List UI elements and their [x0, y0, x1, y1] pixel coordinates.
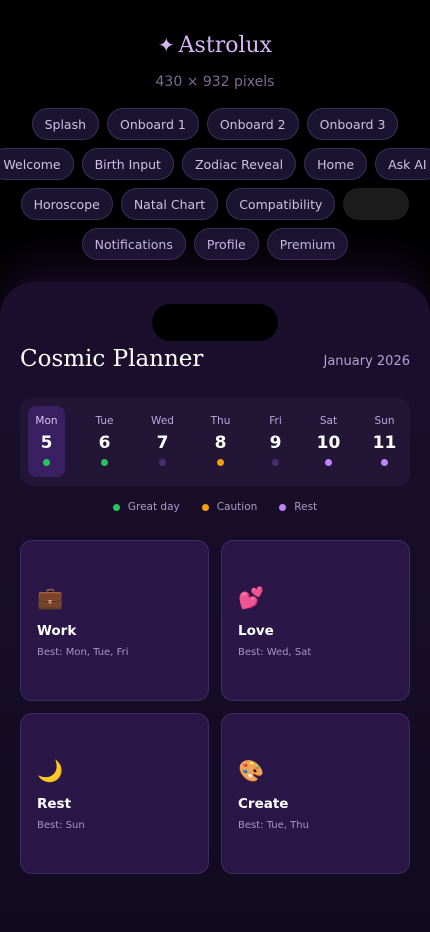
legend-label: Rest [294, 501, 318, 513]
chip-onboard-1[interactable]: Onboard 1 [107, 108, 199, 140]
chip-ask-ai[interactable]: Ask AI [375, 148, 430, 180]
chip-welcome[interactable]: Welcome [0, 148, 74, 180]
chip-row: Notifications Profile Premium [0, 228, 430, 260]
legend-dot [279, 503, 287, 511]
day-name: Fri [269, 415, 282, 427]
day-name: Mon [35, 415, 58, 427]
day-fri[interactable]: Fri 9 [257, 406, 294, 477]
chip-profile[interactable]: Profile [193, 228, 259, 260]
chip-row: Horoscope Natal Chart Compatibility [0, 188, 430, 220]
chip-horoscope[interactable]: Horoscope [20, 188, 113, 220]
phone-frame: Cosmic Planner January 2026 Mon 5 Tue 6 Wed 7… [0, 282, 430, 932]
day-name: Sun [374, 415, 395, 427]
day-status-dot [381, 459, 388, 466]
day-status-dot [101, 459, 108, 466]
day-name: Thu [210, 415, 231, 427]
dimensions-label: 430 × 932 pixels [155, 74, 275, 90]
day-thu[interactable]: Thu 8 [202, 406, 239, 477]
card-best-days: Best: Mon, Tue, Fri [37, 647, 129, 658]
day-number: 9 [269, 433, 282, 453]
day-number: 10 [316, 433, 341, 453]
legend-dot [201, 503, 209, 511]
card-create[interactable]: 🎨 Create Best: Tue, Thu [221, 713, 410, 874]
dynamic-island [152, 304, 278, 341]
chip-premium[interactable]: Premium [266, 228, 349, 260]
chip-home[interactable]: Home [304, 148, 368, 180]
card-best-days: Best: Sun [37, 820, 85, 831]
briefcase-icon: 💼 [37, 586, 64, 610]
day-status-dot [159, 459, 166, 466]
chip-onboard-3[interactable]: Onboard 3 [306, 108, 399, 140]
day-number: 6 [98, 433, 111, 453]
hearts-icon: 💕 [238, 586, 265, 610]
sparkle-icon: ✦ [157, 33, 175, 57]
chip-splash[interactable]: Splash [31, 108, 100, 140]
day-number: 7 [156, 433, 169, 453]
card-title: Rest [37, 796, 72, 812]
card-love[interactable]: 💕 Love Best: Wed, Sat [221, 540, 410, 701]
day-number: 11 [372, 433, 397, 453]
day-status-dot [272, 459, 279, 466]
crescent-moon-icon: 🌙 [37, 759, 64, 783]
card-title: Love [238, 623, 274, 639]
legend: Great day Caution Rest [0, 501, 430, 513]
screen: ✦ Astrolux 430 × 932 pixels Splash Onboar… [0, 0, 430, 932]
card-best-days: Best: Wed, Sat [238, 647, 312, 658]
day-tue[interactable]: Tue 6 [86, 406, 123, 477]
day-mon[interactable]: Mon 5 [28, 406, 65, 477]
day-sat[interactable]: Sat 10 [310, 406, 347, 477]
chip-row: Welcome Birth Input Zodiac Reveal Home A… [0, 148, 430, 180]
day-status-dot [217, 459, 224, 466]
day-sun[interactable]: Sun 11 [366, 406, 403, 477]
day-number: 8 [214, 433, 227, 453]
chip-compatibility[interactable]: Compatibility [226, 188, 336, 220]
legend-item-rest: Rest [279, 501, 317, 513]
day-name: Sat [319, 415, 338, 427]
legend-label: Caution [216, 501, 258, 513]
day-status-dot [325, 459, 332, 466]
chip-natal-chart[interactable]: Natal Chart [120, 188, 219, 220]
legend-item-great: Great day [112, 501, 180, 513]
chip-notifications[interactable]: Notifications [81, 228, 186, 260]
day-status-dot [43, 459, 50, 466]
day-name: Wed [151, 415, 174, 427]
card-rest[interactable]: 🌙 Rest Best: Sun [20, 713, 209, 874]
day-name: Tue [95, 415, 114, 427]
card-work[interactable]: 💼 Work Best: Mon, Tue, Fri [20, 540, 209, 701]
day-wed[interactable]: Wed 7 [144, 406, 181, 477]
card-title: Create [238, 796, 289, 812]
card-title: Work [37, 623, 77, 639]
palette-icon: 🎨 [238, 759, 265, 783]
month-label[interactable]: January 2026 [324, 354, 411, 369]
page-title: Cosmic Planner [20, 346, 204, 372]
week-strip: Mon 5 Tue 6 Wed 7 Thu 8 Fri 9 Sat 10 Sun 11 [20, 398, 410, 486]
chip-current-screen[interactable] [343, 188, 410, 220]
legend-label: Great day [127, 501, 180, 513]
chip-onboard-2[interactable]: Onboard 2 [206, 108, 299, 140]
legend-dot [112, 503, 120, 511]
chip-birth-input[interactable]: Birth Input [81, 148, 174, 180]
card-best-days: Best: Tue, Thu [238, 820, 309, 831]
brand-name: Astrolux [178, 33, 273, 58]
brand-title: ✦ Astrolux [0, 33, 430, 58]
legend-item-caution: Caution [201, 501, 258, 513]
chip-row: Splash Onboard 1 Onboard 2 Onboard 3 [0, 108, 430, 140]
screen-selector: Splash Onboard 1 Onboard 2 Onboard 3 Wel… [0, 108, 430, 268]
chip-zodiac-reveal[interactable]: Zodiac Reveal [181, 148, 297, 180]
day-number: 5 [40, 433, 53, 453]
